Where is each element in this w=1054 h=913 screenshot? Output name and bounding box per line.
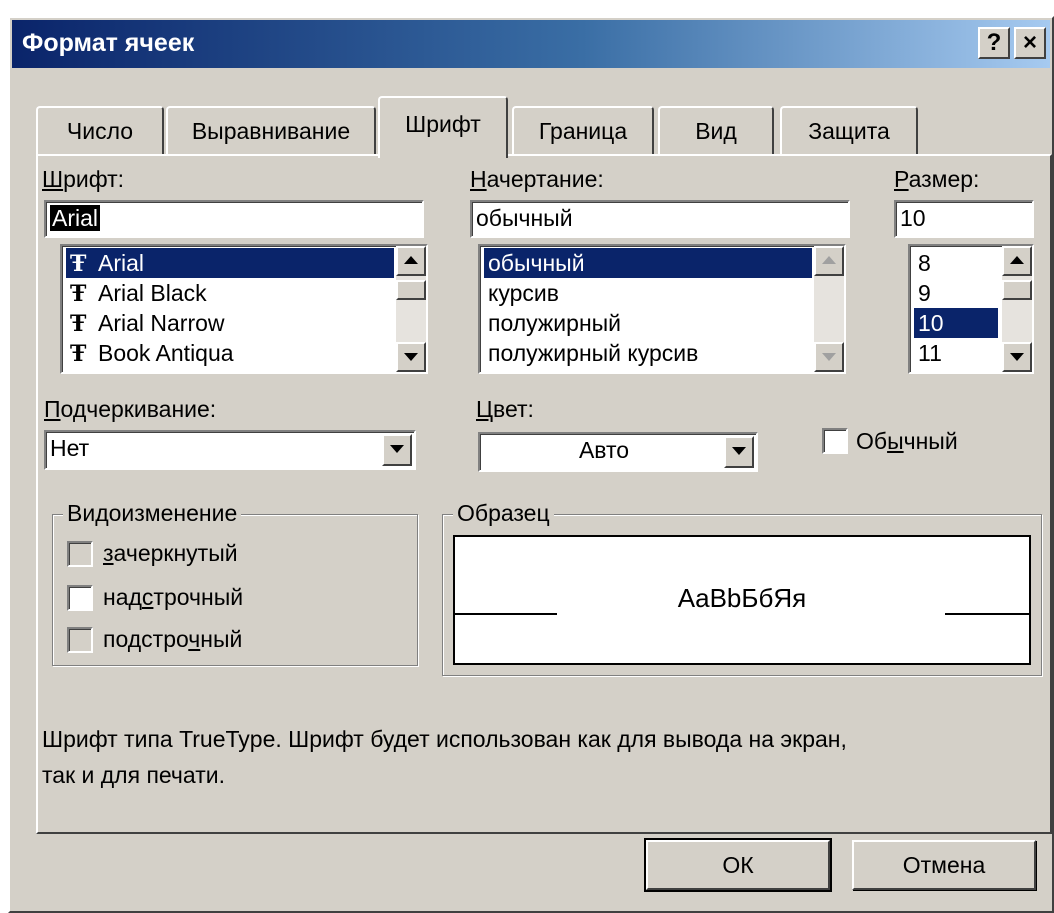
- size-label: Размер:: [894, 166, 980, 192]
- preview-sample-text: AaBbБбЯя: [677, 583, 807, 613]
- font-size-input[interactable]: 10: [894, 200, 1034, 238]
- style-list-item[interactable]: полужирный: [484, 308, 812, 338]
- font-list-item[interactable]: Ŧ Arial Black: [66, 278, 394, 308]
- font-list-item[interactable]: Ŧ Arial Narrow: [66, 308, 394, 338]
- scroll-down-arrow-icon: [1010, 353, 1024, 361]
- style-list-item[interactable]: полужирный курсив: [484, 338, 812, 368]
- color-select[interactable]: Авто: [478, 432, 758, 472]
- size-list-item[interactable]: 9: [914, 278, 998, 308]
- effects-group-title: Видоизменение: [63, 500, 242, 527]
- scroll-up-button[interactable]: [814, 246, 844, 276]
- tab-number[interactable]: Число: [36, 106, 164, 156]
- strikethrough-label[interactable]: зачеркнутый: [103, 540, 238, 567]
- scroll-down-button[interactable]: [814, 342, 844, 372]
- preview-group: Образец AaBbБбЯя: [442, 500, 1042, 676]
- underline-select[interactable]: Нет: [44, 430, 416, 470]
- superscript-checkbox[interactable]: [67, 585, 93, 611]
- font-list-scrollbar[interactable]: [396, 246, 426, 372]
- superscript-label[interactable]: надстрочный: [103, 584, 243, 611]
- font-list-item[interactable]: Ŧ Arial: [66, 248, 394, 278]
- color-dropdown-button[interactable]: [724, 436, 754, 468]
- truetype-icon: Ŧ: [70, 251, 87, 277]
- preview-box: AaBbБбЯя: [453, 535, 1031, 665]
- subscript-label[interactable]: подстрочный: [103, 626, 242, 653]
- font-list[interactable]: Ŧ Arial Ŧ Arial Black Ŧ Arial Narrow Ŧ Book …: [60, 244, 428, 374]
- effects-group: Видоизменение зачеркнутый надстрочный по…: [52, 500, 418, 666]
- dropdown-arrow-icon: [390, 445, 404, 453]
- scroll-up-arrow-icon: [404, 256, 418, 264]
- tab-view[interactable]: Вид: [658, 106, 774, 156]
- underline-dropdown-button[interactable]: [382, 434, 412, 466]
- scroll-thumb[interactable]: [396, 280, 426, 300]
- scroll-down-arrow-icon: [404, 353, 418, 361]
- dropdown-arrow-icon: [732, 447, 746, 455]
- format-cells-dialog: Формат ячеек ? × Число Выравнивание Шриф…: [8, 16, 1054, 913]
- tab-protection[interactable]: Защита: [780, 106, 918, 156]
- size-list-scrollbar[interactable]: [1002, 246, 1032, 372]
- size-list-item[interactable]: 8: [914, 248, 998, 278]
- cancel-button[interactable]: Отмена: [852, 840, 1036, 890]
- strikethrough-checkbox[interactable]: [67, 541, 93, 567]
- style-label: Начертание:: [470, 166, 604, 192]
- scroll-up-button[interactable]: [1002, 246, 1032, 276]
- help-button[interactable]: ?: [978, 27, 1010, 59]
- underline-label: Подчеркивание:: [44, 396, 217, 422]
- truetype-icon: Ŧ: [70, 281, 87, 307]
- style-list-scrollbar[interactable]: [814, 246, 844, 372]
- scroll-thumb[interactable]: [1002, 280, 1032, 300]
- title-bar[interactable]: Формат ячеек ? ×: [12, 20, 1050, 68]
- scroll-down-button[interactable]: [1002, 342, 1032, 372]
- scroll-up-arrow-icon: [1010, 256, 1024, 264]
- font-label: Шрифт:: [42, 166, 125, 192]
- info-text-line2: так и для печати.: [42, 762, 225, 788]
- style-list[interactable]: обычный курсив полужирный полужирный кур…: [478, 244, 846, 374]
- scroll-up-arrow-icon: [822, 256, 836, 264]
- truetype-icon: Ŧ: [70, 311, 87, 337]
- size-list-item[interactable]: 10: [914, 308, 998, 338]
- tab-border[interactable]: Граница: [512, 106, 654, 156]
- tab-font[interactable]: Шрифт: [378, 96, 508, 158]
- style-list-item[interactable]: курсив: [484, 278, 812, 308]
- color-label: Цвет:: [476, 396, 534, 422]
- style-list-item[interactable]: обычный: [484, 248, 812, 278]
- font-name-input[interactable]: Arial: [44, 200, 424, 238]
- scroll-down-arrow-icon: [822, 353, 836, 361]
- window-title: Формат ячеек: [22, 29, 195, 57]
- size-list[interactable]: 8 9 10 11: [908, 244, 1034, 374]
- font-list-item[interactable]: Ŧ Book Antiqua: [66, 338, 394, 368]
- truetype-icon: Ŧ: [70, 341, 87, 367]
- normal-font-checkbox[interactable]: [822, 428, 848, 454]
- scroll-down-button[interactable]: [396, 342, 426, 372]
- tab-alignment[interactable]: Выравнивание: [166, 106, 376, 156]
- close-button[interactable]: ×: [1014, 27, 1046, 59]
- scroll-up-button[interactable]: [396, 246, 426, 276]
- ok-button[interactable]: ОК: [644, 838, 832, 892]
- font-tab-panel: Шрифт: Arial Ŧ Arial Ŧ Arial Black Ŧ Arial …: [36, 154, 1052, 834]
- normal-font-label[interactable]: Обычный: [856, 428, 958, 455]
- preview-group-title: Образец: [453, 500, 554, 527]
- size-list-item[interactable]: 11: [914, 338, 998, 368]
- font-style-input[interactable]: обычный: [470, 200, 850, 238]
- info-text-line1: Шрифт типа TrueType. Шрифт будет использ…: [42, 726, 847, 752]
- subscript-checkbox[interactable]: [67, 627, 93, 653]
